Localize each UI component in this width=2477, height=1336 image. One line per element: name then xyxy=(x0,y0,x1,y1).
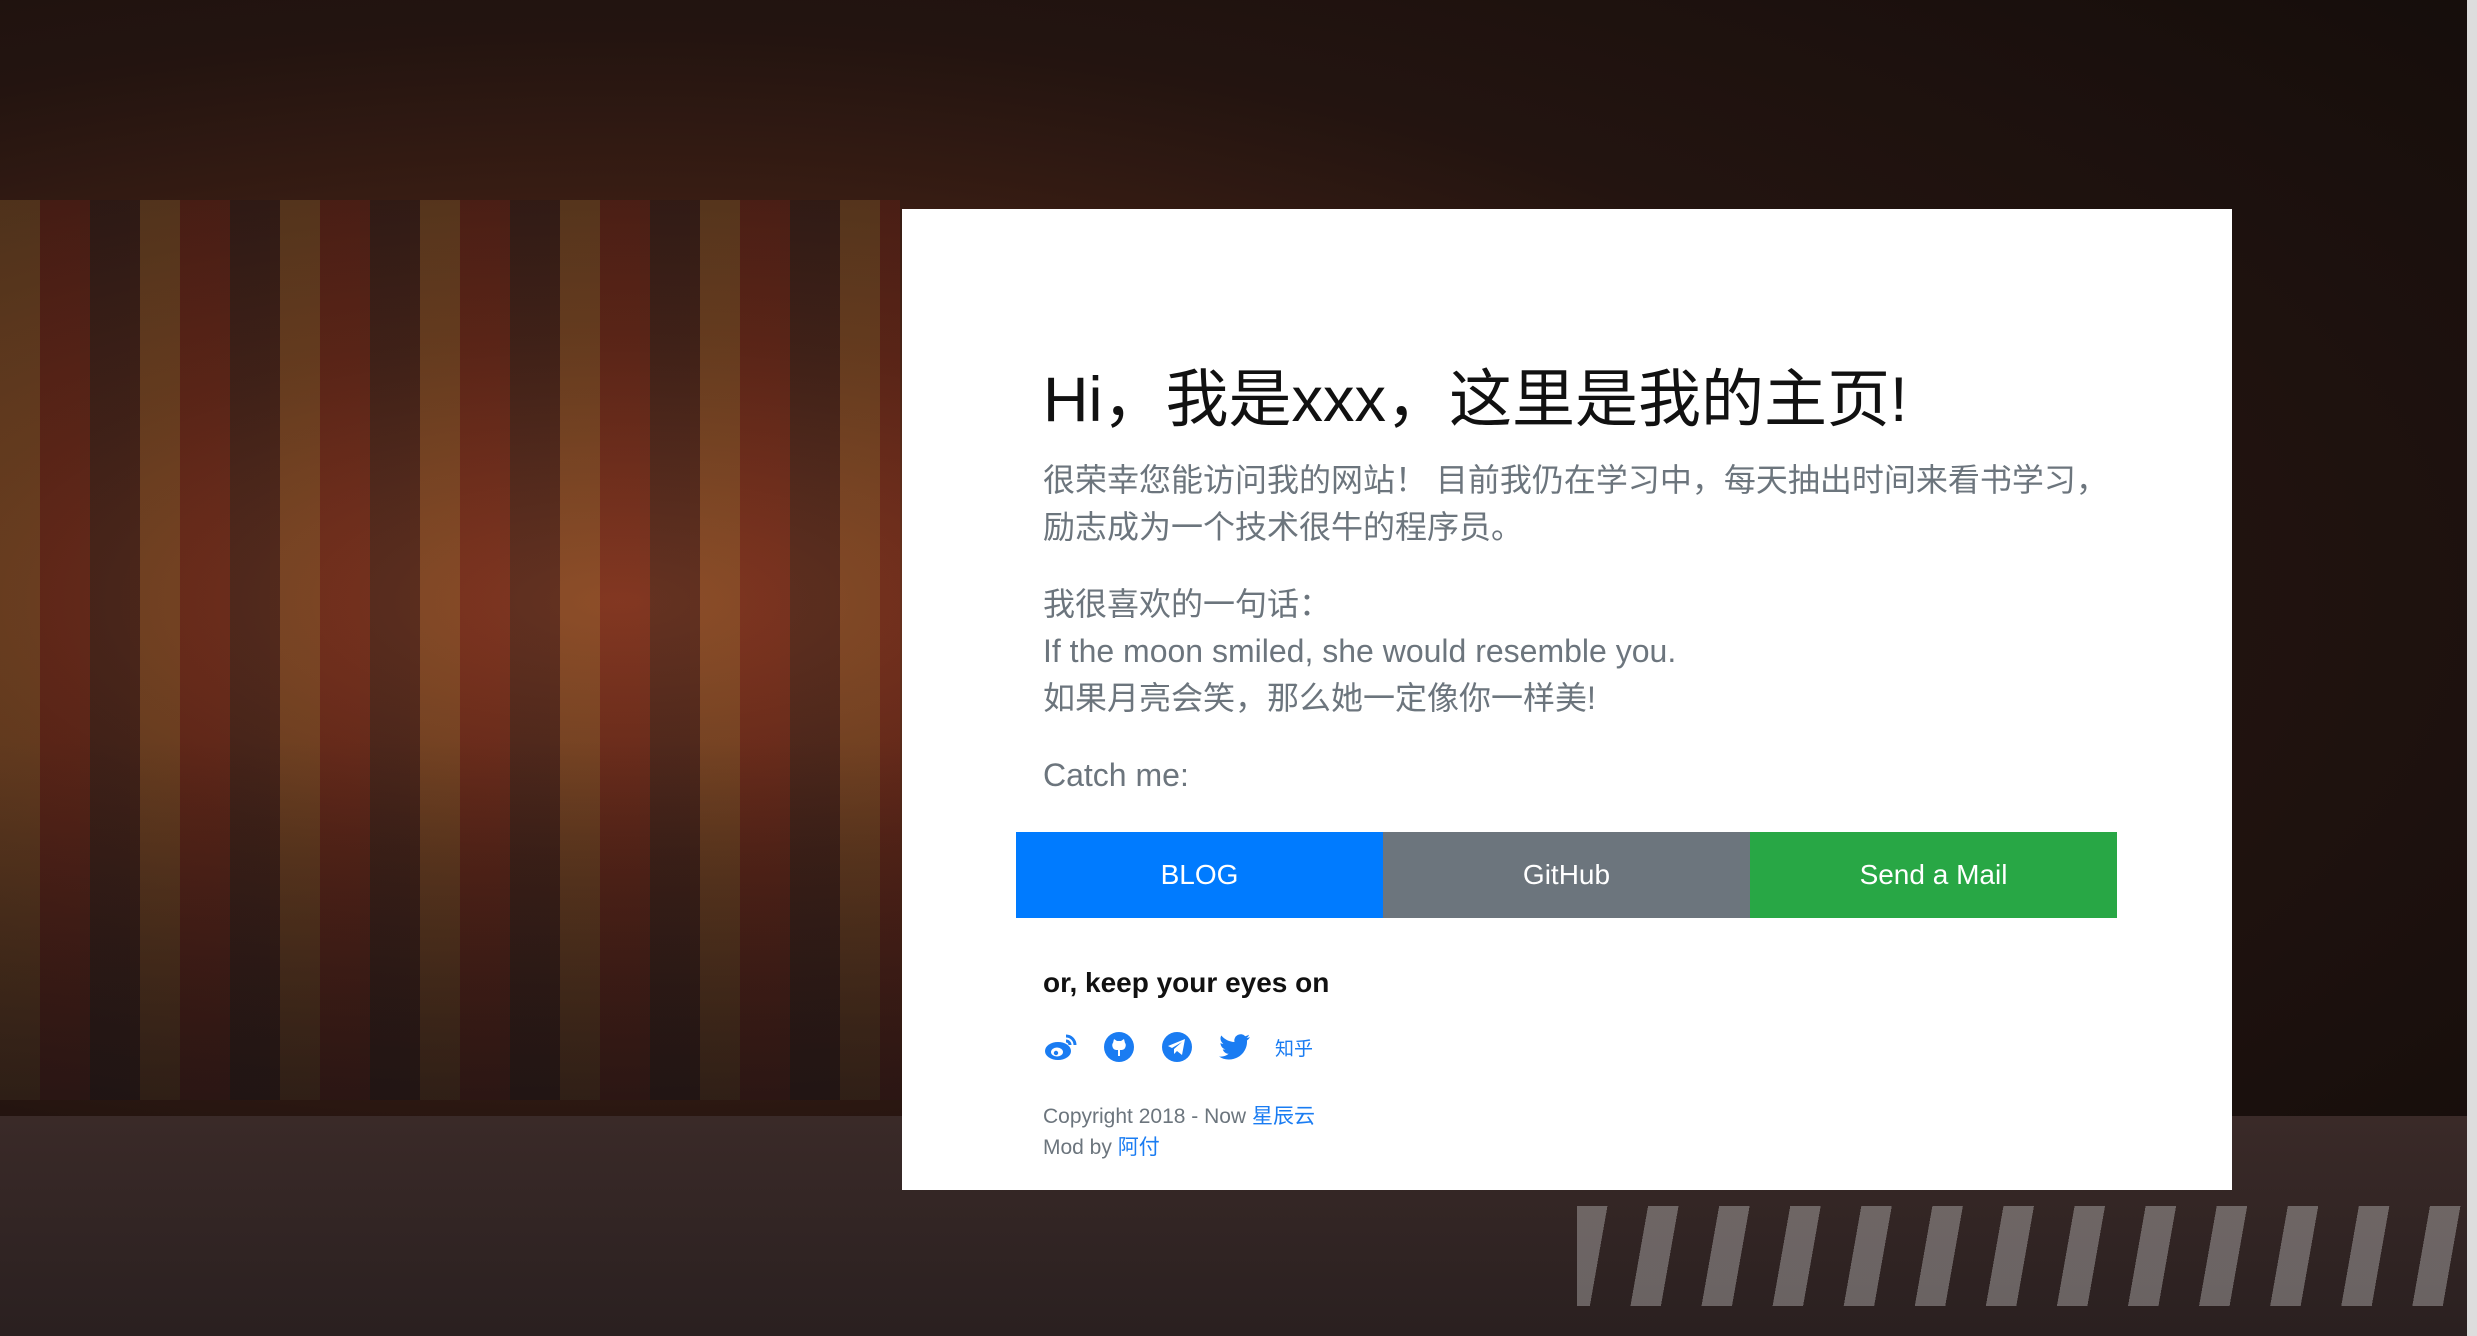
weibo-icon[interactable] xyxy=(1043,1029,1079,1065)
scrollbar[interactable] xyxy=(2467,0,2477,1336)
intro-line-2: 励志成为一个技术很牛的程序员。 xyxy=(1043,509,1524,545)
background-photo xyxy=(0,200,900,1100)
intro-line-1: 很荣幸您能访问我的网站！ 目前我仍在学习中，每天抽出时间来看书学习， xyxy=(1043,462,2108,498)
quote-chinese: 如果月亮会笑，那么她一定像你一样美! xyxy=(1043,680,1596,716)
social-links: 知乎 xyxy=(1043,1029,1313,1065)
twitter-icon[interactable] xyxy=(1217,1029,1253,1065)
zhihu-link[interactable]: 知乎 xyxy=(1275,1029,1313,1065)
mod-by-text: Mod by xyxy=(1043,1136,1112,1159)
copyright-link[interactable]: 星辰云 xyxy=(1252,1105,1315,1128)
send-mail-button[interactable]: Send a Mail xyxy=(1750,832,2117,918)
quote-label: 我很喜欢的一句话： xyxy=(1043,586,1332,622)
telegram-icon[interactable] xyxy=(1159,1029,1195,1065)
catch-me-label: Catch me: xyxy=(1043,757,1189,793)
footer: Copyright 2018 - Now 星辰云 Mod by 阿付 xyxy=(1043,1101,1315,1163)
github-icon[interactable] xyxy=(1101,1029,1137,1065)
intro-card: Hi，我是xxx，这里是我的主页! 很荣幸您能访问我的网站！ 目前我仍在学习中，… xyxy=(902,209,2232,1190)
blog-button[interactable]: BLOG xyxy=(1016,832,1383,918)
quote-english: If the moon smiled, she would resemble y… xyxy=(1043,633,1677,669)
github-button[interactable]: GitHub xyxy=(1383,832,1750,918)
background-crosswalk xyxy=(1577,1206,2477,1306)
keep-eyes-on-heading: or, keep your eyes on xyxy=(1043,967,1330,998)
copyright-text: Copyright 2018 - Now xyxy=(1043,1105,1247,1128)
contact-buttons: BLOG GitHub Send a Mail xyxy=(1016,832,2117,918)
page-title: Hi，我是xxx，这里是我的主页! xyxy=(1043,365,1908,435)
mod-by-link[interactable]: 阿付 xyxy=(1118,1136,1160,1159)
